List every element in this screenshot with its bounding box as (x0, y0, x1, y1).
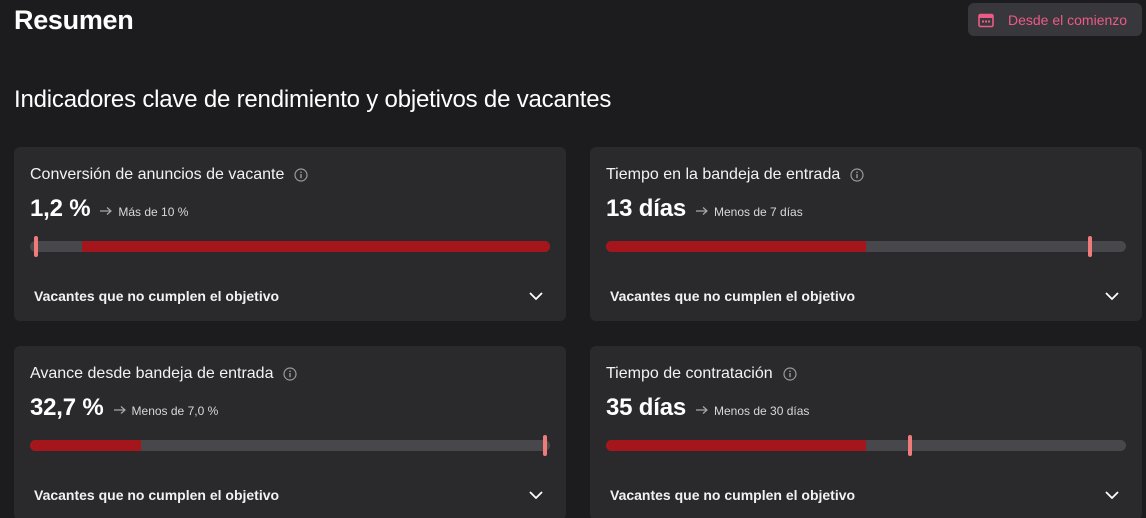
kpi-progress-bar (606, 236, 1126, 257)
date-range-filter-button[interactable]: Desde el comienzo (968, 3, 1142, 36)
kpi-target: Más de 10 % (118, 205, 189, 219)
kpi-progress-bar (30, 435, 550, 456)
kpi-current-marker (908, 435, 913, 456)
kpi-progress-bar (30, 236, 550, 257)
kpi-title: Conversión de anuncios de vacante (30, 166, 285, 183)
kpi-card-time-to-hire: Tiempo de contratación 35 días Menos de … (590, 346, 1142, 518)
kpi-card-inbox-progression: Avance desde bandeja de entrada 32,7 % M… (14, 346, 566, 518)
arrow-right-icon (695, 402, 709, 414)
section-title: Indicadores clave de rendimiento y objet… (14, 86, 612, 113)
kpi-value: 35 días (606, 394, 686, 421)
kpi-progress-fill (82, 241, 550, 252)
date-range-label: Desde el comienzo (1008, 11, 1128, 28)
kpi-progress-fill (606, 241, 866, 252)
info-icon[interactable] (283, 367, 298, 381)
kpi-progress-bar (606, 435, 1126, 456)
kpi-title: Tiempo de contratación (606, 365, 773, 382)
kpi-current-marker (34, 236, 39, 257)
info-icon[interactable] (294, 168, 308, 182)
vacancies-below-target-toggle[interactable]: Vacantes que no cumplen el objetivo (610, 486, 855, 504)
arrow-right-icon (695, 203, 709, 215)
kpi-title: Tiempo en la bandeja de entrada (606, 166, 841, 183)
kpi-value: 13 días (606, 195, 686, 222)
kpi-target: Menos de 7,0 % (131, 404, 219, 418)
kpi-value: 32,7 % (30, 394, 104, 421)
vacancies-below-target-toggle[interactable]: Vacantes que no cumplen el objetivo (34, 486, 279, 504)
info-icon[interactable] (783, 367, 797, 381)
arrow-right-icon (99, 203, 113, 215)
chevron-down-icon[interactable] (528, 289, 544, 301)
vacancies-below-target-toggle[interactable]: Vacantes que no cumplen el objetivo (34, 287, 279, 305)
summary-page: Resumen Desde el comienzo Indicadores cl… (0, 0, 1146, 518)
kpi-title: Avance desde bandeja de entrada (30, 365, 274, 382)
vacancies-below-target-toggle[interactable]: Vacantes que no cumplen el objetivo (610, 287, 855, 305)
chevron-down-icon[interactable] (1104, 488, 1120, 500)
kpi-card-time-in-inbox: Tiempo en la bandeja de entrada 13 días … (590, 147, 1142, 321)
calendar-icon (978, 12, 994, 28)
kpi-card-job-ad-conversion: Conversión de anuncios de vacante 1,2 % … (14, 147, 566, 321)
info-icon[interactable] (850, 168, 864, 182)
kpi-value: 1,2 % (30, 195, 91, 222)
page-title: Resumen (14, 5, 134, 35)
kpi-current-marker (1087, 236, 1092, 257)
chevron-down-icon[interactable] (528, 488, 544, 500)
kpi-progress-fill (606, 440, 866, 451)
kpi-current-marker (542, 435, 547, 456)
chevron-down-icon[interactable] (1104, 289, 1120, 301)
arrow-right-icon (113, 402, 127, 414)
kpi-target: Menos de 30 días (714, 404, 810, 418)
kpi-target: Menos de 7 días (714, 205, 803, 219)
kpi-progress-fill (30, 440, 142, 451)
